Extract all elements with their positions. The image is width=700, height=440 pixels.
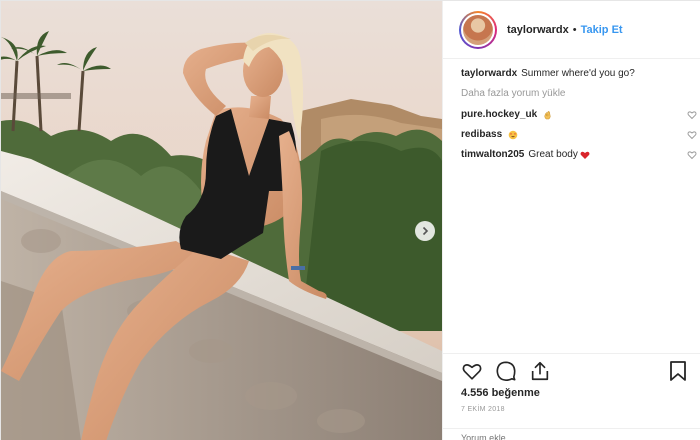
share-icon[interactable] (529, 360, 551, 382)
post-side-panel: taylorwardx • Takip Et taylorwardx Summe… (443, 1, 700, 440)
avatar-image (463, 14, 493, 45)
comment-text: Great body (528, 149, 578, 160)
load-more-comments-button[interactable]: Daha fazla yorum yükle (461, 88, 697, 99)
ok-hand-icon (544, 111, 551, 120)
bookmark-icon[interactable] (669, 360, 687, 382)
like-comment-heart-icon[interactable] (687, 130, 697, 140)
like-heart-icon[interactable] (461, 360, 483, 382)
caption-text: Summer where'd you go? (521, 68, 635, 79)
comment-row: pure.hockey_uk (461, 108, 697, 122)
like-comment-heart-icon[interactable] (687, 150, 697, 160)
comments-section: taylorwardx Summer where'd you go? Daha … (461, 67, 697, 168)
header-separator: • (572, 23, 577, 36)
add-comment-bar (443, 428, 700, 440)
likes-count[interactable]: 4.556 beğenme (461, 387, 540, 399)
comment-username[interactable]: redibass (461, 128, 502, 142)
avatar[interactable] (459, 10, 497, 49)
comment-username[interactable]: timwalton205 (461, 148, 524, 162)
post-date: 7 EKİM 2018 (461, 406, 505, 413)
comment-username[interactable]: pure.hockey_uk (461, 108, 537, 122)
photo-illustration (1, 1, 442, 440)
header-username[interactable]: taylorwardx (507, 24, 569, 36)
add-comment-input[interactable] (461, 433, 661, 440)
caption: taylorwardx Summer where'd you go? (461, 67, 697, 81)
caption-username[interactable]: taylorwardx (461, 67, 517, 81)
chevron-right-icon (422, 226, 429, 236)
next-photo-button[interactable] (415, 221, 435, 241)
action-icons (461, 360, 551, 382)
follow-button[interactable]: Takip Et (581, 24, 623, 36)
comment-row: redibass (461, 128, 697, 142)
post-header: taylorwardx • Takip Et (443, 1, 700, 59)
heart-eyes-icon (508, 130, 518, 140)
like-comment-heart-icon[interactable] (687, 110, 697, 120)
comment-row: timwalton205 Great body (461, 148, 697, 162)
actions-bar: 4.556 beğenme 7 EKİM 2018 (443, 353, 700, 440)
red-heart-icon (580, 151, 590, 159)
instagram-post: taylorwardx • Takip Et taylorwardx Summe… (0, 0, 700, 440)
avatar-inner (461, 12, 495, 47)
post-photo[interactable] (1, 1, 442, 440)
comment-icon[interactable] (495, 360, 517, 382)
